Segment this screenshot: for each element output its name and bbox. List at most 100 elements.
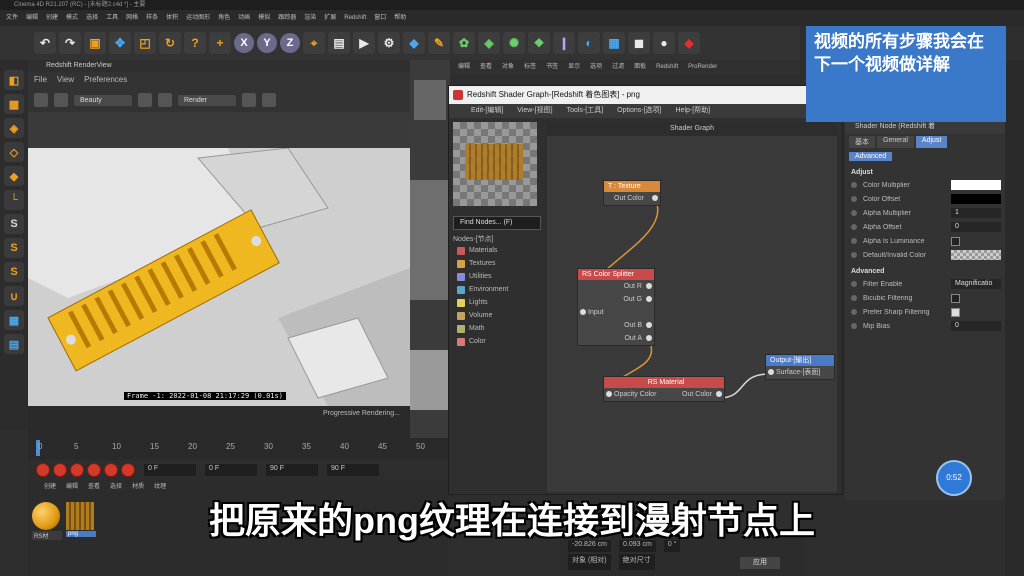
- redo-icon[interactable]: ↷: [59, 32, 81, 54]
- menu-item[interactable]: 编辑: [26, 10, 38, 26]
- magnet-icon[interactable]: ∪: [4, 286, 24, 306]
- coordinate-icon[interactable]: ⌖: [303, 32, 325, 54]
- tab-general[interactable]: General: [877, 136, 914, 148]
- cloner-icon[interactable]: ❖: [528, 32, 550, 54]
- pen-icon[interactable]: ✎: [428, 32, 450, 54]
- menu-item[interactable]: 扩展: [324, 10, 336, 26]
- select-icon[interactable]: ▣: [84, 32, 106, 54]
- tab-adjust[interactable]: Adjust: [915, 136, 948, 148]
- menu-item[interactable]: Redshift: [344, 10, 366, 26]
- keyframe-icon[interactable]: [70, 463, 84, 477]
- prop-alpha-multiplier[interactable]: Alpha Multiplier 1: [845, 206, 1005, 220]
- rs-material-node[interactable]: RS Material Opacity Color Out Color: [603, 376, 725, 402]
- current-frame-field[interactable]: 0 F: [205, 464, 257, 476]
- shader-graph-canvas[interactable]: Shader Graph T : Texture Out Color RS Co…: [547, 122, 837, 492]
- prop-mip-bias[interactable]: Mip Bias 0: [845, 319, 1005, 333]
- add-icon[interactable]: +: [209, 32, 231, 54]
- array-icon[interactable]: ✺: [503, 32, 525, 54]
- model-mode-icon[interactable]: ◧: [4, 70, 24, 90]
- max-frame-field[interactable]: 90 F: [327, 464, 379, 476]
- sg-menu-tools[interactable]: Tools-[工具]: [567, 104, 604, 118]
- number-field[interactable]: 1: [951, 208, 1001, 218]
- rv-menu-file[interactable]: File: [34, 72, 47, 88]
- floor-icon[interactable]: ▦: [603, 32, 625, 54]
- menu-item[interactable]: 渲染: [304, 10, 316, 26]
- om-menu-item[interactable]: 查看: [480, 60, 492, 74]
- om-menu-item[interactable]: 选项: [590, 60, 602, 74]
- sg-menu-view[interactable]: View-[视图]: [517, 104, 552, 118]
- om-menu-item[interactable]: 标签: [524, 60, 536, 74]
- subdivision-icon[interactable]: ✿: [453, 32, 475, 54]
- node-port-opacity[interactable]: Opacity Color Out Color: [604, 388, 724, 401]
- category-materials[interactable]: Materials: [453, 244, 541, 257]
- om-menu-item[interactable]: Redshift: [656, 60, 678, 74]
- move-icon[interactable]: ✥: [109, 32, 131, 54]
- checkbox[interactable]: [951, 307, 960, 317]
- node-port-out-g[interactable]: Out G: [578, 293, 654, 306]
- dropdown[interactable]: Magnificatio: [951, 279, 1001, 289]
- node-port-out-a[interactable]: Out A: [578, 332, 654, 345]
- y-axis-icon[interactable]: Y: [257, 33, 277, 53]
- points-mode-icon[interactable]: ◈: [4, 118, 24, 138]
- timeline[interactable]: 0 5 10 15 20 25 30 35 40 45 50: [28, 438, 448, 460]
- edges-mode-icon[interactable]: ◇: [4, 142, 24, 162]
- scene-icon[interactable]: ◐: [578, 32, 600, 54]
- om-menu-item[interactable]: 面板: [634, 60, 646, 74]
- prop-default-invalid-color[interactable]: Default/Invalid Color: [845, 248, 1005, 262]
- prop-bicubic-filtering[interactable]: Bicubic Filtering: [845, 291, 1005, 305]
- menu-item[interactable]: 跟踪器: [278, 10, 296, 26]
- menu-item[interactable]: 文件: [6, 10, 18, 26]
- coord-size-dropdown[interactable]: 绝对尺寸: [618, 554, 655, 570]
- redshift-icon[interactable]: ◆: [678, 32, 700, 54]
- tab-basic[interactable]: 基本: [849, 136, 875, 148]
- render-button[interactable]: Render: [178, 94, 236, 106]
- category-volume[interactable]: Volume: [453, 309, 541, 322]
- autokey-icon[interactable]: [53, 463, 67, 477]
- prop-prefer-sharp-filtering[interactable]: Prefer Sharp Filtering: [845, 305, 1005, 319]
- menu-item[interactable]: 选择: [86, 10, 98, 26]
- deformer-icon[interactable]: ❙: [553, 32, 575, 54]
- menu-item[interactable]: 工具: [106, 10, 118, 26]
- aov-dropdown[interactable]: Beauty: [74, 94, 132, 106]
- menu-item[interactable]: 帮助: [394, 10, 406, 26]
- color-splitter-node[interactable]: RS Color Splitter Out R Out G Input Out …: [577, 268, 655, 346]
- om-menu-item[interactable]: 显示: [568, 60, 580, 74]
- snap-settings-icon[interactable]: S: [4, 238, 24, 258]
- record-icon[interactable]: [36, 463, 50, 477]
- number-field[interactable]: 0: [951, 222, 1001, 232]
- menu-item[interactable]: 体积: [166, 10, 178, 26]
- prop-color-multiplier[interactable]: Color Multiplier: [845, 178, 1005, 192]
- prop-alpha-is-luminance[interactable]: Alpha Is Luminance: [845, 234, 1005, 248]
- snap-enable-icon[interactable]: S: [4, 262, 24, 282]
- sg-menu-edit[interactable]: Edit-[编辑]: [471, 104, 503, 118]
- texture-node[interactable]: T : Texture Out Color: [603, 180, 661, 206]
- sg-menu-help[interactable]: Help-[帮助]: [676, 104, 711, 118]
- coord-mode-dropdown[interactable]: 对象 (相对): [568, 554, 611, 570]
- snowflake-icon[interactable]: [262, 93, 276, 107]
- render-settings-icon[interactable]: ⚙: [378, 32, 400, 54]
- color-swatch[interactable]: [951, 250, 1001, 260]
- polygons-mode-icon[interactable]: ◆: [4, 166, 24, 186]
- x-axis-icon[interactable]: X: [234, 33, 254, 53]
- cube-icon[interactable]: ◆: [403, 32, 425, 54]
- checkbox[interactable]: [951, 293, 960, 303]
- node-port-out-color[interactable]: Out Color: [604, 192, 660, 205]
- lock-icon[interactable]: [242, 93, 256, 107]
- light-icon[interactable]: ●: [653, 32, 675, 54]
- rotate-icon[interactable]: ↻: [159, 32, 181, 54]
- region-icon[interactable]: [138, 93, 152, 107]
- category-utilities[interactable]: Utilities: [453, 270, 541, 283]
- rv-menu-preferences[interactable]: Preferences: [84, 72, 127, 88]
- camera-icon[interactable]: ◼: [628, 32, 650, 54]
- render-view-icon[interactable]: ▶: [353, 32, 375, 54]
- menu-item[interactable]: 模拟: [258, 10, 270, 26]
- number-field[interactable]: 0: [951, 321, 1001, 331]
- end-frame-field[interactable]: 90 F: [266, 464, 318, 476]
- key-position-icon[interactable]: [87, 463, 101, 477]
- menu-item[interactable]: 网格: [126, 10, 138, 26]
- grid-icon[interactable]: ▤: [4, 334, 24, 354]
- prop-filter-enable[interactable]: Filter Enable Magnificatio: [845, 277, 1005, 291]
- tab-advanced[interactable]: Advanced: [849, 152, 893, 161]
- recent-tools-icon[interactable]: ?: [184, 32, 206, 54]
- node-port-input[interactable]: Input: [578, 306, 654, 319]
